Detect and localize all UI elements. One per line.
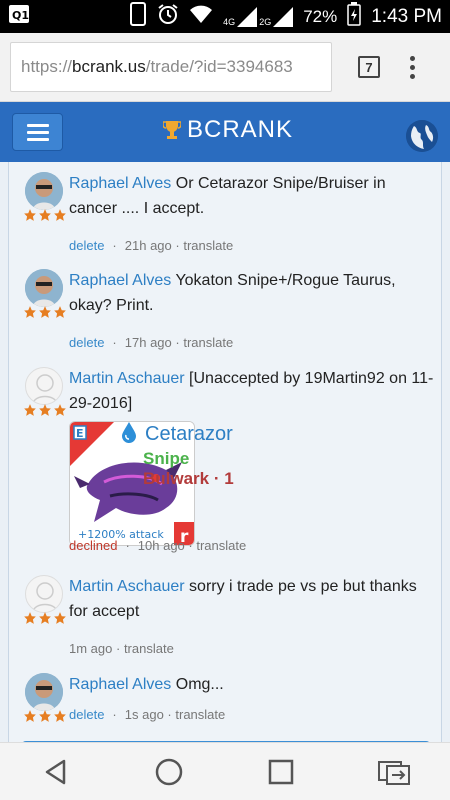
switch-icon[interactable] [374, 752, 414, 792]
rating-stars [23, 208, 67, 222]
star-icon [39, 612, 51, 624]
timestamp: 10h ago [137, 538, 185, 553]
network-label-2: 2G [259, 16, 272, 27]
avatar[interactable] [25, 673, 63, 711]
status-bar: Q1 4G 2G 72% 1:43 PM [0, 0, 450, 33]
battery-icon [347, 2, 361, 31]
trophy-icon [163, 121, 181, 139]
card-ability: Bulwark · 1 [143, 469, 234, 488]
avatar[interactable] [25, 269, 63, 307]
rating-stars [23, 305, 67, 319]
star-icon [24, 612, 36, 624]
comment-body: Raphael Alves Yokaton Snipe+/Rogue Tauru… [69, 268, 435, 318]
timestamp: 17h ago [124, 335, 172, 350]
alarm-icon [157, 3, 179, 30]
card-trait: Snipe [143, 449, 190, 468]
url-field[interactable]: https://bcrank.us/trade/?id=3394683 [10, 42, 332, 92]
avatar[interactable] [25, 172, 63, 210]
comments-panel: Raphael Alves Or Cetarazor Snipe/Bruiser… [8, 162, 442, 742]
translate-link[interactable]: translate [175, 707, 225, 722]
rating-stars [23, 709, 67, 723]
star-icon [24, 710, 36, 722]
star-icon [39, 306, 51, 318]
star-icon [39, 710, 51, 722]
comment-meta: delete · 21h ago · translate [69, 238, 234, 253]
browser-toolbar: https://bcrank.us/trade/?id=3394683 7 [0, 33, 450, 102]
water-drop-icon [121, 421, 137, 448]
star-icon [39, 404, 51, 416]
star-icon [54, 209, 66, 221]
star-icon [39, 209, 51, 221]
star-icon [54, 404, 66, 416]
translate-link[interactable]: translate [196, 538, 246, 553]
site-header: BCRANK [0, 102, 450, 162]
home-icon[interactable] [149, 752, 189, 792]
star-icon [24, 306, 36, 318]
username-link[interactable]: Martin Aschauer [69, 578, 185, 595]
translate-link[interactable]: translate [124, 641, 174, 656]
globe-icon[interactable] [406, 120, 438, 152]
username-link[interactable]: Raphael Alves [69, 175, 171, 192]
delete-link[interactable]: delete [69, 238, 104, 253]
username-link[interactable]: Raphael Alves [69, 272, 171, 289]
url-path: /trade/?id=3394683 [145, 57, 293, 76]
comment-meta: delete · 17h ago · translate [69, 335, 234, 350]
wifi-icon [189, 4, 213, 29]
url-host: bcrank.us [72, 57, 146, 76]
comment-text: Omg... [171, 676, 224, 693]
delete-link[interactable]: delete [69, 335, 104, 350]
svg-text:E: E [76, 427, 84, 440]
battery-percent: 72% [303, 6, 338, 26]
timestamp: 1m ago [69, 641, 113, 656]
phone-icon [129, 2, 147, 31]
star-icon [24, 404, 36, 416]
trade-status: declined [69, 538, 118, 553]
timestamp: 1s ago [124, 707, 164, 722]
translate-link[interactable]: translate [183, 335, 233, 350]
comment-body: Raphael Alves Omg... [69, 672, 435, 697]
comment-body: Raphael Alves Or Cetarazor Snipe/Bruiser… [69, 171, 435, 221]
username-link[interactable]: Raphael Alves [69, 676, 171, 693]
system-nav-bar [0, 742, 450, 800]
comment-body: Martin Aschauer [Unaccepted by 19Martin9… [69, 366, 435, 416]
url-prefix: https:// [21, 57, 73, 76]
comment-meta: delete · 1s ago · translate [69, 707, 226, 722]
star-icon [54, 710, 66, 722]
signal-icon: 4G 2G [223, 6, 294, 27]
brand-name: BCRANK [187, 116, 294, 143]
rating-stars [23, 611, 67, 625]
rating-stars [23, 403, 67, 417]
overflow-menu-icon[interactable] [410, 55, 415, 79]
star-icon [54, 306, 66, 318]
svg-text:Q1: Q1 [12, 9, 29, 22]
card-name[interactable]: Cetarazor [145, 423, 233, 446]
avatar[interactable] [25, 575, 63, 613]
hamburger-menu-button[interactable] [12, 113, 63, 151]
brand-logo[interactable]: BCRANK [163, 116, 293, 144]
delete-link[interactable]: delete [69, 707, 104, 722]
network-label: 4G [223, 16, 236, 27]
comment-meta: 1m ago · translate [69, 641, 174, 656]
tab-switcher-button[interactable]: 7 [358, 56, 380, 78]
star-icon [54, 612, 66, 624]
clock: 1:43 PM [371, 5, 442, 27]
timestamp: 21h ago [124, 238, 172, 253]
card-info: Cetarazor Snipe Bulwark · 1 [121, 421, 234, 489]
translate-link[interactable]: translate [183, 238, 233, 253]
sim-icon: Q1 [8, 4, 30, 29]
avatar[interactable] [25, 367, 63, 405]
recents-icon[interactable] [261, 752, 301, 792]
username-link[interactable]: Martin Aschauer [69, 370, 185, 387]
comment-body: Martin Aschauer sorry i trade pe vs pe b… [69, 574, 435, 624]
comment-meta: declined · 10h ago · translate [69, 538, 247, 553]
back-icon[interactable] [36, 752, 76, 792]
star-icon [24, 209, 36, 221]
